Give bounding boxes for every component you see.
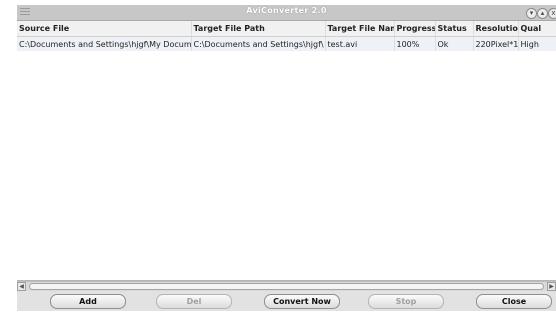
close-button[interactable]: Close <box>476 294 552 309</box>
add-button[interactable]: Add <box>50 294 126 309</box>
cell-progress: 100% <box>394 36 436 51</box>
table-header-row: Source File Target File Path Target File… <box>17 21 556 37</box>
title-bar[interactable]: AviConverter 2.0 ▾ ▴ x <box>17 5 556 21</box>
cell-status: Ok <box>435 36 474 51</box>
horizontal-scrollbar[interactable]: ◀ ▶ <box>17 281 556 291</box>
close-icon[interactable]: x <box>548 8 556 19</box>
cell-quality: High <box>518 36 556 51</box>
convert-now-button[interactable]: Convert Now <box>264 294 340 309</box>
scroll-right-icon[interactable]: ▶ <box>547 282 556 291</box>
conversion-list: Source File Target File Path Target File… <box>17 21 556 281</box>
cell-resolution: 220Pixel*176 <box>473 36 519 51</box>
conversion-table: Source File Target File Path Target File… <box>17 21 556 51</box>
column-header-target-file-path[interactable]: Target File Path <box>191 21 326 37</box>
del-button[interactable]: Del <box>156 294 232 309</box>
cell-target-file-name: test.avi <box>325 36 395 51</box>
window-title: AviConverter 2.0 <box>246 6 327 15</box>
column-header-resolution[interactable]: Resolution <box>473 21 519 37</box>
table-row[interactable]: C:\Documents and Settings\hjgf\My Docume… <box>17 36 556 51</box>
column-header-quality[interactable]: Qual <box>518 21 556 37</box>
app-window: AviConverter 2.0 ▾ ▴ x Source File Targe… <box>17 5 556 311</box>
column-header-status[interactable]: Status <box>435 21 474 37</box>
scroll-left-icon[interactable]: ◀ <box>17 282 26 291</box>
maximize-icon[interactable]: ▴ <box>537 8 548 19</box>
column-header-source-file[interactable]: Source File <box>17 21 192 37</box>
button-bar: Add Del Convert Now Stop Close <box>17 291 556 311</box>
stop-button[interactable]: Stop <box>368 294 444 309</box>
scrollbar-thumb[interactable] <box>29 283 544 290</box>
cell-target-file-path: C:\Documents and Settings\hjgf\ <box>191 36 326 51</box>
column-header-target-file-name[interactable]: Target File Name <box>325 21 395 37</box>
cell-source-file: C:\Documents and Settings\hjgf\My Docume… <box>17 36 192 51</box>
column-header-progress[interactable]: Progress <box>394 21 436 37</box>
minimize-icon[interactable]: ▾ <box>526 8 537 19</box>
